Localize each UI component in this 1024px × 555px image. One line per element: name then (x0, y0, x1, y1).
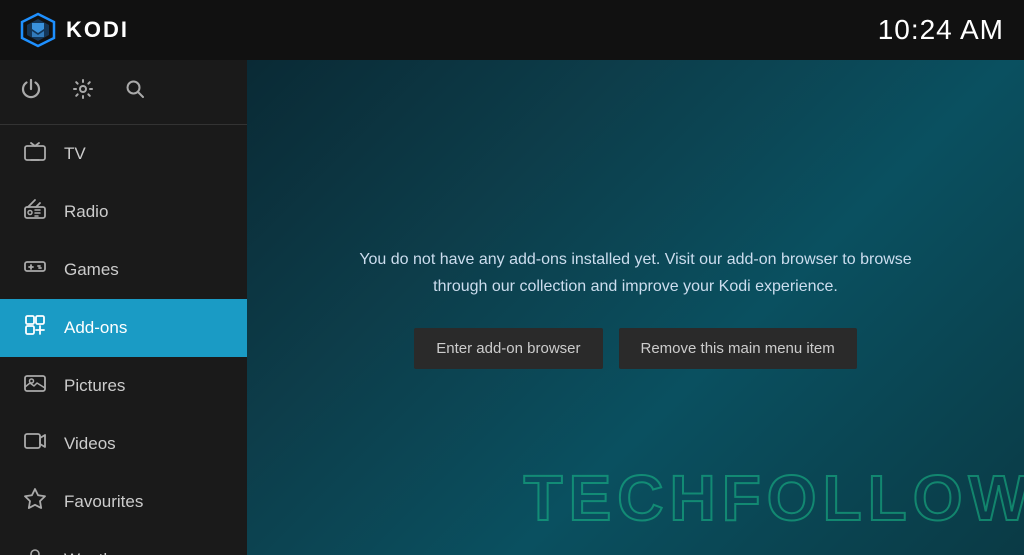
sidebar-item-label-weather: Weather (64, 550, 128, 555)
sidebar-item-label-tv: TV (64, 144, 86, 164)
settings-button[interactable] (72, 78, 94, 106)
addons-icon (22, 313, 48, 343)
header: KODI 10:24 AM (0, 0, 1024, 60)
sidebar-item-favourites[interactable]: Favourites (0, 473, 247, 531)
sidebar-item-videos[interactable]: Videos (0, 415, 247, 473)
sidebar-item-pictures[interactable]: Pictures (0, 357, 247, 415)
sidebar: TV Radio (0, 60, 247, 555)
power-button[interactable] (20, 78, 42, 106)
sidebar-nav: TV Radio (0, 125, 247, 555)
pictures-icon (22, 371, 48, 401)
sidebar-item-label-videos: Videos (64, 434, 116, 454)
content-area: You do not have any add-ons installed ye… (247, 60, 1024, 555)
kodi-logo-icon (20, 12, 56, 48)
info-message: You do not have any add-ons installed ye… (336, 246, 936, 300)
weather-icon (22, 545, 48, 555)
sidebar-item-label-favourites: Favourites (64, 492, 143, 512)
sidebar-item-label-games: Games (64, 260, 119, 280)
clock-display: 10:24 AM (878, 14, 1004, 46)
enter-addon-browser-button[interactable]: Enter add-on browser (414, 328, 602, 369)
app-title: KODI (66, 17, 129, 43)
sidebar-item-label-radio: Radio (64, 202, 108, 222)
action-buttons: Enter add-on browser Remove this main me… (414, 328, 857, 369)
sidebar-item-games[interactable]: Games (0, 241, 247, 299)
search-button[interactable] (124, 78, 146, 106)
sidebar-item-label-pictures: Pictures (64, 376, 125, 396)
sidebar-item-weather[interactable]: Weather (0, 531, 247, 555)
games-icon (22, 255, 48, 285)
remove-menu-item-button[interactable]: Remove this main menu item (619, 328, 857, 369)
main-layout: TV Radio (0, 60, 1024, 555)
radio-icon (22, 197, 48, 227)
sidebar-item-addons[interactable]: Add-ons (0, 299, 247, 357)
logo-area: KODI (20, 12, 129, 48)
favourites-icon (22, 487, 48, 517)
sidebar-item-radio[interactable]: Radio (0, 183, 247, 241)
tv-icon (22, 139, 48, 169)
sidebar-item-label-addons: Add-ons (64, 318, 127, 338)
watermark-text: TECHFOLLOWS (523, 461, 1024, 535)
sidebar-item-tv[interactable]: TV (0, 125, 247, 183)
videos-icon (22, 429, 48, 459)
sidebar-top-icons (0, 60, 247, 125)
